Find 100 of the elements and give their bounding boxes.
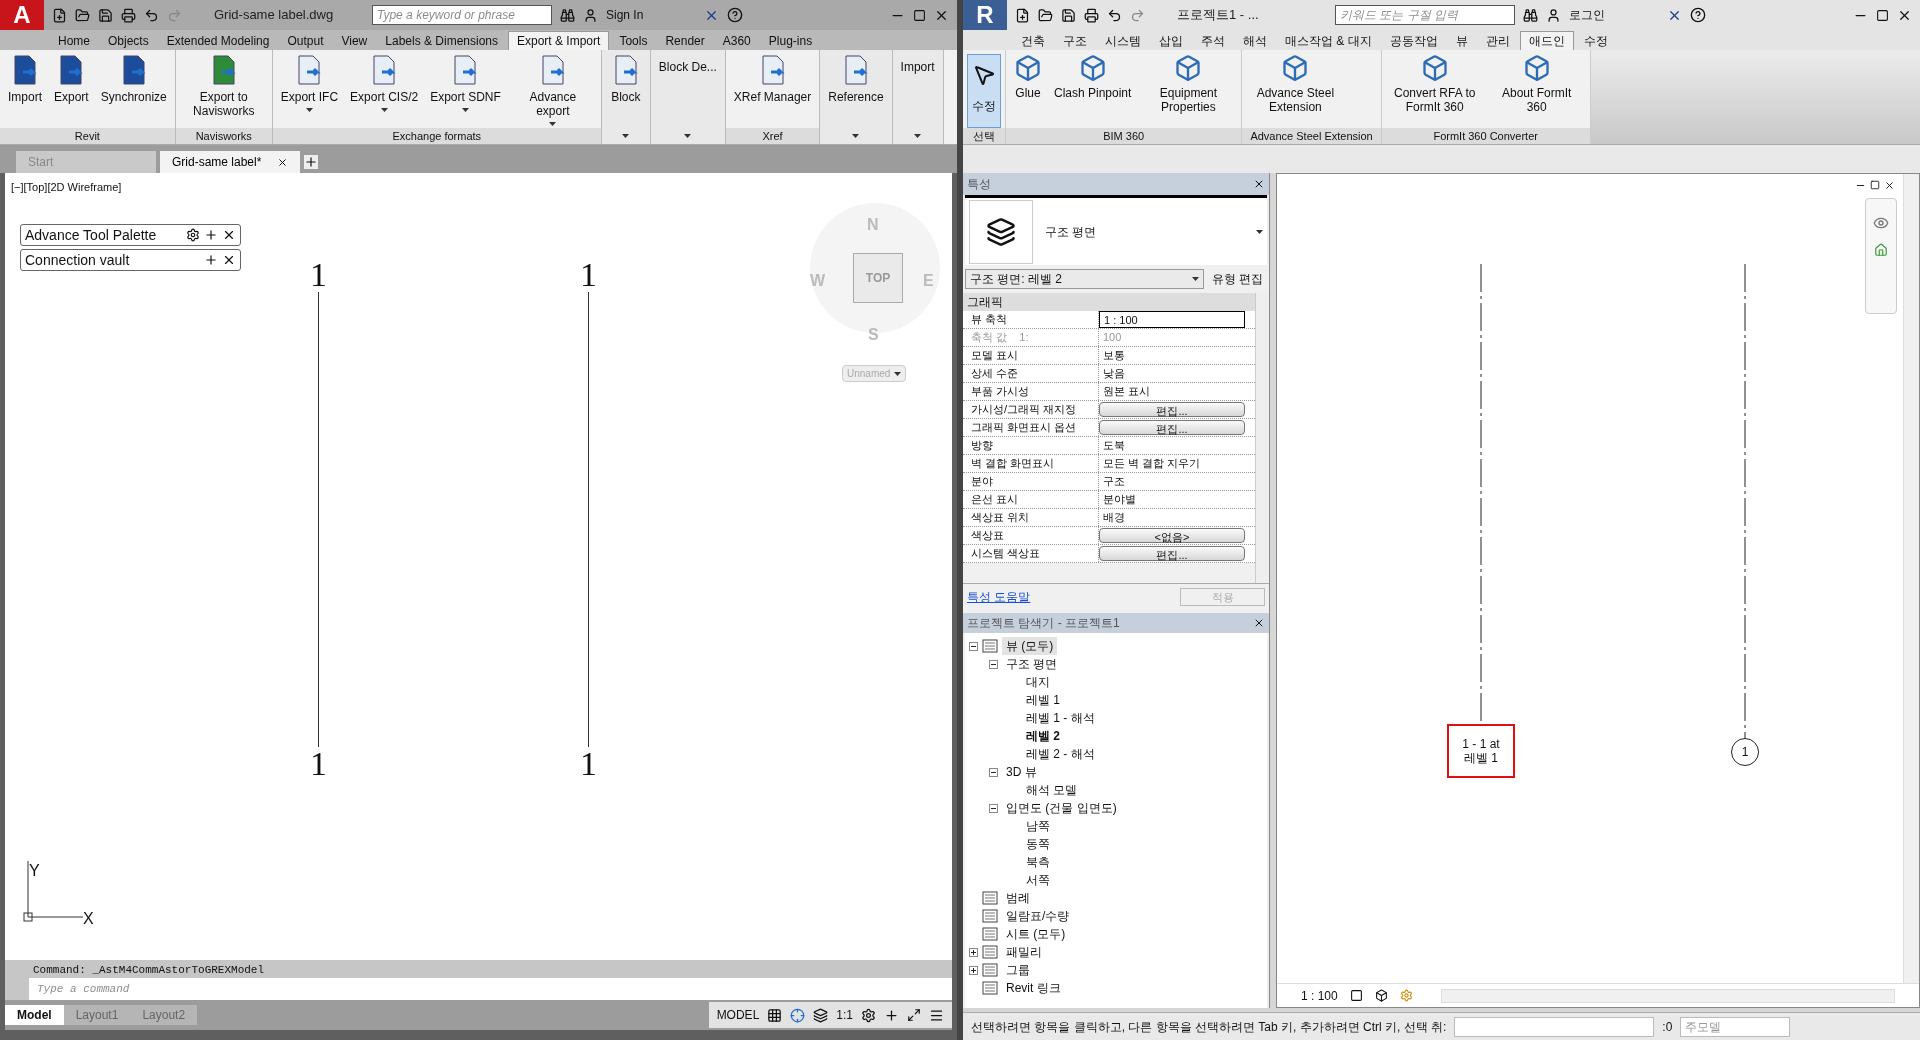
binoculars-icon[interactable] xyxy=(1523,7,1538,23)
tree-item[interactable]: 대지 xyxy=(1022,673,1054,691)
grid-icon[interactable] xyxy=(767,1007,783,1023)
ribbon-tab[interactable]: Output xyxy=(279,31,332,50)
ribbon-button[interactable]: About FormIt 360 xyxy=(1487,54,1586,128)
app-menu-button[interactable]: A xyxy=(0,0,44,30)
help-icon[interactable] xyxy=(1690,7,1706,23)
ribbon-tab[interactable]: 주석 xyxy=(1193,31,1233,50)
tree-item[interactable]: 북측 xyxy=(1022,853,1054,871)
ribbon-button[interactable]: Synchronize xyxy=(96,54,171,128)
undo-icon[interactable] xyxy=(144,7,159,23)
save-icon[interactable] xyxy=(1061,7,1076,23)
scale-button[interactable]: 1:1 xyxy=(836,1006,853,1024)
expand-icon[interactable] xyxy=(969,947,978,957)
sign-in-link[interactable]: Sign In xyxy=(606,6,696,24)
ribbon-tab[interactable]: Labels & Dimensions xyxy=(377,31,506,50)
ribbon-tab[interactable]: 삽입 xyxy=(1151,31,1191,50)
ribbon-button[interactable]: Export CIS/2 xyxy=(346,54,423,128)
fullscreen-icon[interactable] xyxy=(907,1008,921,1022)
ribbon-tab[interactable]: Plug-ins xyxy=(760,31,821,50)
save-icon[interactable] xyxy=(98,7,113,23)
help-icon[interactable] xyxy=(727,7,743,23)
ribbon-button[interactable]: 수정 xyxy=(967,54,1001,128)
collapse-icon[interactable] xyxy=(989,803,998,813)
new-tab-icon[interactable] xyxy=(304,155,318,169)
collapse-icon[interactable] xyxy=(989,659,998,669)
tree-item[interactable]: 동쪽 xyxy=(1022,835,1054,853)
ribbon-tab[interactable]: 시스템 xyxy=(1097,31,1149,50)
sign-in-link[interactable]: 로그인 xyxy=(1569,6,1659,24)
ribbon-tab[interactable]: 구조 xyxy=(1055,31,1095,50)
ribbon-button[interactable]: Glue xyxy=(1010,54,1046,128)
ribbon-tab[interactable]: Home xyxy=(50,31,98,50)
navigation-bar[interactable] xyxy=(1865,198,1897,314)
model-space-button[interactable]: MODEL xyxy=(716,1006,760,1024)
ribbon-button[interactable]: XRef Manager xyxy=(729,54,816,128)
ribbon-tab[interactable]: Render xyxy=(657,31,713,50)
ribbon-button[interactable]: Export SDNF xyxy=(426,54,505,128)
property-button[interactable]: <없음> xyxy=(1099,528,1245,543)
instance-dropdown[interactable]: 구조 평면: 레벨 2 xyxy=(965,269,1204,289)
view-scale[interactable]: 1 : 100 xyxy=(1301,986,1338,1005)
redo-icon[interactable] xyxy=(1130,7,1145,23)
layers-icon[interactable] xyxy=(813,1007,829,1023)
property-button[interactable]: 편집... xyxy=(1099,402,1245,417)
scrollbar[interactable] xyxy=(1903,174,1919,983)
ribbon-tab[interactable]: Export & Import xyxy=(508,31,610,50)
ribbon-tab[interactable]: Tools xyxy=(611,31,656,50)
ribbon-tab[interactable]: 매스작업 & 대지 xyxy=(1277,31,1380,50)
maximize-icon[interactable] xyxy=(913,8,926,22)
grid-tag[interactable]: 1 - 1 at 레벨 1 xyxy=(1447,724,1515,778)
menu-icon[interactable] xyxy=(929,1007,944,1023)
tree-item[interactable]: 입면도 (건물 입면도) xyxy=(1002,799,1121,817)
open-folder-icon[interactable] xyxy=(1038,7,1053,23)
plus-icon[interactable] xyxy=(884,1007,899,1023)
close-tab-icon[interactable] xyxy=(277,156,288,168)
tree-item[interactable]: 레벨 1 xyxy=(1022,691,1064,709)
ribbon-tab[interactable]: Objects xyxy=(100,31,157,50)
palette-bar[interactable]: Connection vault xyxy=(20,249,241,271)
collapse-icon[interactable] xyxy=(989,767,998,777)
search-field[interactable]: 키워드 또는 구절 입력 xyxy=(1335,5,1515,25)
workset-field[interactable] xyxy=(1454,1016,1655,1037)
tree-item[interactable]: 3D 뷰 xyxy=(1002,763,1041,781)
ribbon-tab[interactable]: 수정 xyxy=(1575,31,1616,50)
close-icon[interactable] xyxy=(222,253,236,267)
ribbon-button[interactable]: Advance export xyxy=(508,54,597,128)
binoculars-icon[interactable] xyxy=(560,7,575,23)
close-icon[interactable] xyxy=(1253,617,1265,629)
ribbon-tab[interactable]: 애드인 xyxy=(1519,31,1574,50)
viewport-label[interactable]: [−][Top][2D Wireframe] xyxy=(11,179,122,196)
ribbon-button[interactable]: Import xyxy=(4,54,46,128)
property-button[interactable]: 편집... xyxy=(1099,420,1245,435)
tree-item[interactable]: 레벨 2 xyxy=(1022,727,1064,745)
close-icon[interactable] xyxy=(222,228,236,242)
maximize-icon[interactable] xyxy=(1876,8,1889,22)
tree-item[interactable]: Revit 링크 xyxy=(1002,979,1065,997)
palette-bar[interactable]: Advance Tool Palette xyxy=(20,224,241,246)
snap-icon[interactable] xyxy=(790,1007,806,1023)
ribbon-button[interactable]: Convert RFA to FormIt 360 xyxy=(1385,54,1484,128)
restore-icon[interactable] xyxy=(1870,180,1880,190)
print-icon[interactable] xyxy=(1084,7,1099,23)
tree-item[interactable]: 범례 xyxy=(1002,889,1034,907)
tree-item[interactable]: 그룹 xyxy=(1002,961,1034,979)
ribbon-tab[interactable]: View xyxy=(333,31,376,50)
undo-icon[interactable] xyxy=(1107,7,1122,23)
ribbon-button[interactable]: Export IFC xyxy=(276,54,343,128)
edit-type-button[interactable]: 유형 편집 xyxy=(1207,270,1267,288)
ribbon-tab[interactable]: 관리 xyxy=(1477,31,1518,50)
new-file-icon[interactable] xyxy=(52,7,67,23)
close-icon[interactable] xyxy=(1884,180,1895,191)
print-icon[interactable] xyxy=(121,7,136,23)
tree-item[interactable]: 구조 평면 xyxy=(1002,655,1062,673)
ribbon-button[interactable]: Advance Steel Extension xyxy=(1246,54,1345,128)
view-canvas[interactable]: 1 - 1 at 레벨 1 1 xyxy=(1277,174,1919,983)
ribbon-tab[interactable]: 공동작업 xyxy=(1381,31,1446,50)
open-folder-icon[interactable] xyxy=(75,7,90,23)
tree-item[interactable]: 남쪽 xyxy=(1022,817,1054,835)
ribbon-button[interactable]: Clash Pinpoint xyxy=(1050,54,1136,128)
tree-item[interactable]: 서쪽 xyxy=(1022,871,1054,889)
ribbon-tab[interactable]: A360 xyxy=(714,31,759,50)
ribbon-tab[interactable]: 건축 xyxy=(1013,31,1053,50)
help-link[interactable]: 특성 도움말 xyxy=(967,587,1031,606)
